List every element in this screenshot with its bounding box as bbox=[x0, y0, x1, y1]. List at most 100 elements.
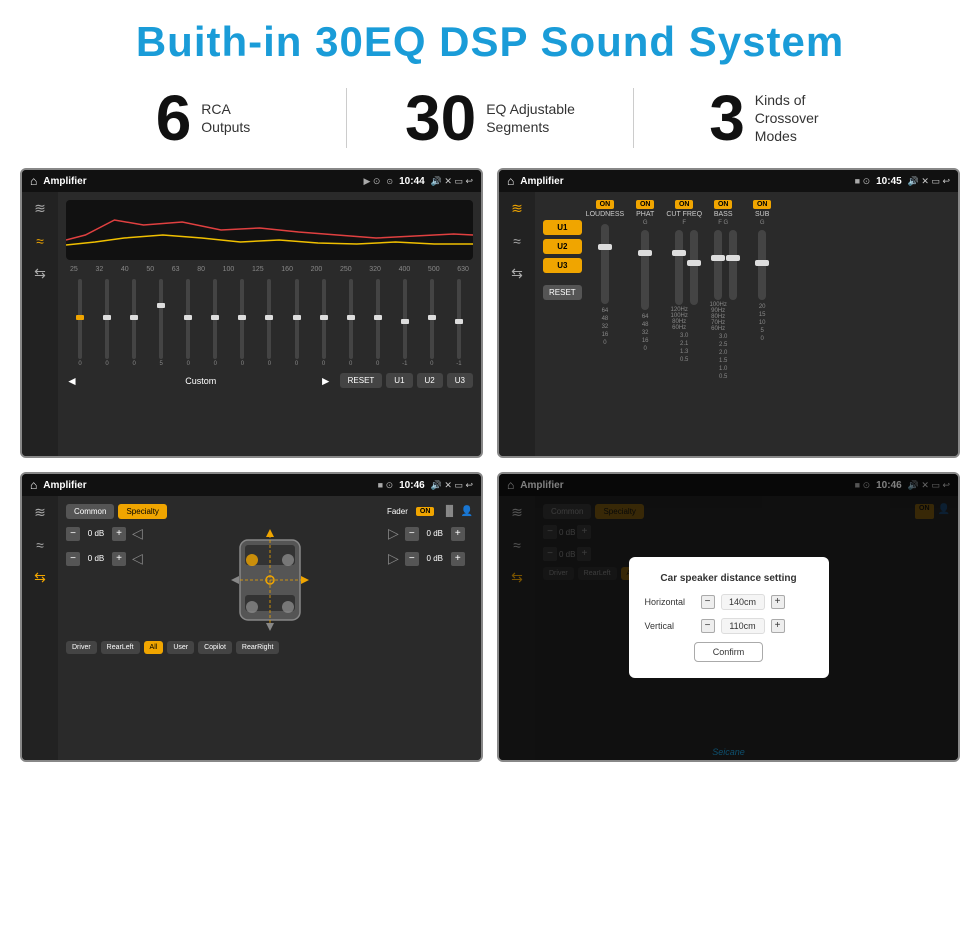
channel-strips: ON LOUDNESS 64 48 32 16 0 ON bbox=[586, 200, 950, 448]
top-left-plus[interactable]: + bbox=[112, 527, 126, 541]
specialty-tab[interactable]: Specialty bbox=[118, 504, 166, 519]
loudness-slider[interactable] bbox=[601, 224, 609, 304]
page-header: Buith-in 30EQ DSP Sound System bbox=[0, 0, 980, 76]
horizontal-row: Horizontal − 140cm + bbox=[645, 594, 813, 610]
screen1-statusbar: ⌂ Amplifier ▶ ⊙ ⊙ 10:44 🔊 ✕ ▭ ↩ bbox=[22, 170, 481, 192]
prev-btn[interactable]: ◄ bbox=[66, 374, 78, 388]
vertical-row: Vertical − 110cm + bbox=[645, 618, 813, 634]
bot-right-plus[interactable]: + bbox=[451, 552, 465, 566]
bottom-right-control: ▷ − 0 dB + bbox=[388, 550, 473, 567]
next-btn[interactable]: ► bbox=[320, 374, 332, 388]
sidebar2-eq-icon[interactable]: ≋ bbox=[511, 200, 523, 217]
user-btn[interactable]: User bbox=[167, 641, 194, 654]
sidebar2-channel-icon[interactable]: ⇆ bbox=[511, 265, 523, 282]
u2-btn[interactable]: U2 bbox=[417, 373, 443, 388]
u3-btn[interactable]: U3 bbox=[447, 373, 473, 388]
cutfreq-strip: ON CUT FREQ F 120Hz 100Hz 80Hz bbox=[666, 200, 702, 448]
stat-desc-rca: RCAOutputs bbox=[201, 100, 250, 136]
eq-slider-4: 0 bbox=[176, 279, 200, 367]
sub-slider[interactable] bbox=[758, 230, 766, 300]
cutfreq-f-slider[interactable] bbox=[690, 230, 698, 305]
bot-left-plus[interactable]: + bbox=[112, 552, 126, 566]
bass-toggle[interactable]: ON bbox=[714, 200, 733, 209]
eq-slider-13: 0 bbox=[420, 279, 444, 367]
loudness-toggle[interactable]: ON bbox=[596, 200, 615, 209]
screen3-home-icon[interactable]: ⌂ bbox=[30, 478, 37, 492]
screenshots-grid: ⌂ Amplifier ▶ ⊙ ⊙ 10:44 🔊 ✕ ▭ ↩ ≋ ≈ ⇆ bbox=[0, 168, 980, 762]
home-icon[interactable]: ⌂ bbox=[30, 174, 37, 188]
stat-number-eq: 30 bbox=[405, 86, 476, 150]
u1-btn[interactable]: U1 bbox=[386, 373, 412, 388]
dialog-title: Car speaker distance setting bbox=[645, 573, 813, 584]
top-right-minus[interactable]: − bbox=[405, 527, 419, 541]
sidebar3-channel-icon[interactable]: ⇆ bbox=[34, 569, 46, 586]
top-left-minus[interactable]: − bbox=[66, 527, 80, 541]
screen3-tabs: Common Specialty Fader ON ▐▌ 👤 bbox=[66, 504, 473, 519]
u2-btn[interactable]: U2 bbox=[543, 239, 582, 254]
eq-display bbox=[66, 200, 473, 260]
cutfreq-g-slider[interactable] bbox=[675, 230, 683, 305]
top-right-control: ▷ − 0 dB + bbox=[388, 525, 473, 542]
stat-desc-crossover: Kinds ofCrossover Modes bbox=[755, 91, 845, 146]
bot-right-minus[interactable]: − bbox=[405, 552, 419, 566]
bottom-left-control: − 0 dB + ◁ bbox=[66, 550, 151, 567]
sidebar-channel-icon[interactable]: ⇆ bbox=[34, 265, 46, 282]
rearleft-btn[interactable]: RearLeft bbox=[101, 641, 140, 654]
sidebar2-wave-icon[interactable]: ≈ bbox=[513, 233, 521, 249]
rearright-btn[interactable]: RearRight bbox=[236, 641, 280, 654]
sidebar-wave-icon[interactable]: ≈ bbox=[36, 233, 44, 249]
eq-slider-6: 0 bbox=[230, 279, 254, 367]
eq-sliders: 0 0 0 5 0 0 0 0 0 0 0 0 -1 0 -1 bbox=[66, 277, 473, 367]
all-btn[interactable]: All bbox=[144, 641, 164, 654]
eq-slider-2: 0 bbox=[122, 279, 146, 367]
vertical-plus[interactable]: + bbox=[771, 619, 785, 633]
reset-btn[interactable]: RESET bbox=[340, 373, 383, 388]
horizontal-minus[interactable]: − bbox=[701, 595, 715, 609]
screen3-content: ≋ ≈ ⇆ Common Specialty Fader ON ▐▌ 👤 bbox=[22, 496, 481, 760]
driver-btn[interactable]: Driver bbox=[66, 641, 97, 654]
common-tab[interactable]: Common bbox=[66, 504, 114, 519]
sidebar3-eq-icon[interactable]: ≋ bbox=[34, 504, 46, 521]
cutfreq-sliders: 120Hz 100Hz 80Hz 60Hz bbox=[671, 228, 698, 331]
cutfreq-toggle[interactable]: ON bbox=[675, 200, 694, 209]
sidebar-eq-icon[interactable]: ≋ bbox=[34, 200, 46, 217]
screen-eq: ⌂ Amplifier ▶ ⊙ ⊙ 10:44 🔊 ✕ ▭ ↩ ≋ ≈ ⇆ bbox=[20, 168, 483, 458]
screen1-status-icons: 🔊 ✕ ▭ ↩ bbox=[431, 176, 473, 187]
screen2-home-icon[interactable]: ⌂ bbox=[507, 174, 514, 188]
screen1-sidebar: ≋ ≈ ⇆ bbox=[22, 192, 58, 456]
screen3-time: 10:46 bbox=[399, 480, 425, 491]
horizontal-value: 140cm bbox=[721, 594, 765, 610]
custom-label: Custom bbox=[86, 376, 316, 386]
loudness-strip: ON LOUDNESS 64 48 32 16 0 bbox=[586, 200, 625, 448]
u1-btn[interactable]: U1 bbox=[543, 220, 582, 235]
top-right-plus[interactable]: + bbox=[451, 527, 465, 541]
bot-left-minus[interactable]: − bbox=[66, 552, 80, 566]
stat-number-crossover: 3 bbox=[709, 86, 745, 150]
speaker-right2-icon: ▷ bbox=[388, 550, 399, 567]
bass-g bbox=[729, 228, 737, 332]
screen-dialog: ⌂ Amplifier ■ ⊙ 10:46 🔊 ✕ ▭ ↩ ≋ ≈ ⇆ Comm… bbox=[497, 472, 960, 762]
horizontal-label: Horizontal bbox=[645, 597, 695, 607]
eq-slider-12: -1 bbox=[393, 279, 417, 367]
bass-f-slider[interactable] bbox=[714, 230, 722, 300]
fader-label: Fader bbox=[387, 507, 408, 516]
sidebar3-wave-icon[interactable]: ≈ bbox=[36, 537, 44, 553]
confirm-button[interactable]: Confirm bbox=[694, 642, 764, 662]
horizontal-plus[interactable]: + bbox=[771, 595, 785, 609]
profile-icon[interactable]: 👤 bbox=[461, 506, 473, 517]
phat-toggle[interactable]: ON bbox=[636, 200, 655, 209]
reset-btn[interactable]: RESET bbox=[543, 285, 582, 300]
vertical-label: Vertical bbox=[645, 621, 695, 631]
eq-freq-labels: 2532 4050 6380 100125 160200 250320 4005… bbox=[66, 266, 473, 273]
vertical-minus[interactable]: − bbox=[701, 619, 715, 633]
screen2-time: 10:45 bbox=[876, 176, 902, 187]
stat-number-rca: 6 bbox=[156, 86, 192, 150]
screen2-statusbar: ⌂ Amplifier ■ ⊙ 10:45 🔊 ✕ ▭ ↩ bbox=[499, 170, 958, 192]
bass-g-slider[interactable] bbox=[729, 230, 737, 300]
phat-slider[interactable] bbox=[641, 230, 649, 310]
sub-toggle[interactable]: ON bbox=[753, 200, 772, 209]
copilot-btn[interactable]: Copilot bbox=[198, 641, 232, 654]
eq-slider-14: -1 bbox=[447, 279, 471, 367]
screen3-sidebar: ≋ ≈ ⇆ bbox=[22, 496, 58, 760]
u3-btn[interactable]: U3 bbox=[543, 258, 582, 273]
